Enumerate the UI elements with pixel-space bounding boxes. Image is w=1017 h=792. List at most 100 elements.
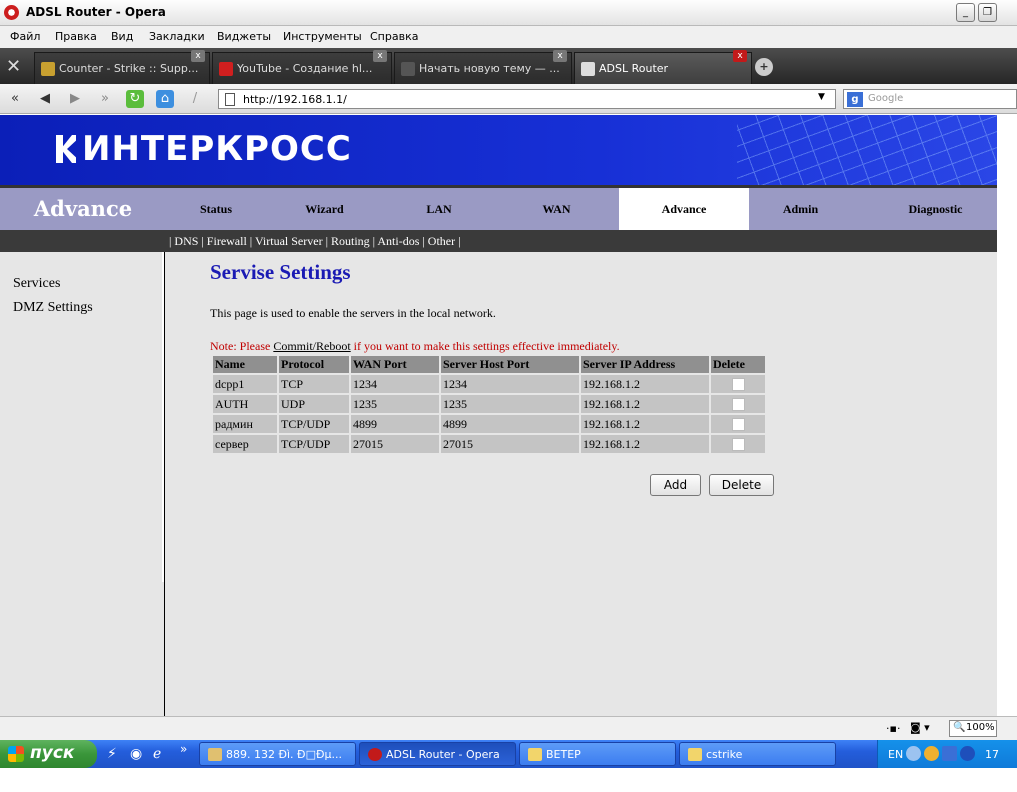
menu-bar: Файл Правка Вид Закладки Виджеты Инструм… bbox=[0, 26, 1017, 48]
delete-checkbox[interactable] bbox=[731, 418, 745, 432]
menu-bookmarks[interactable]: Закладки bbox=[149, 30, 205, 43]
windows-flag-icon bbox=[8, 746, 24, 762]
language-indicator[interactable]: EN bbox=[888, 748, 903, 761]
delete-checkbox[interactable] bbox=[731, 438, 745, 452]
nav-wizard[interactable]: Wizard bbox=[266, 188, 383, 230]
tray-network-icon[interactable] bbox=[942, 746, 957, 761]
services-table: Name Protocol WAN Port Server Host Port … bbox=[211, 354, 767, 455]
new-tab-plus-icon[interactable]: + bbox=[755, 58, 773, 76]
panel-toggle-icon[interactable]: ·▪· bbox=[886, 722, 900, 735]
tab-bar: ✕ Counter - Strike :: Supp... x YouTube … bbox=[0, 48, 1017, 84]
taskbar-item-folder-cstrike[interactable]: cstrike bbox=[679, 742, 836, 766]
note-text: Note: Please Commit/Reboot if you want t… bbox=[210, 339, 620, 353]
restore-button[interactable]: ❐ bbox=[978, 3, 997, 22]
tab-youtube[interactable]: YouTube - Создание hl... x bbox=[212, 50, 392, 84]
opera-icon bbox=[368, 748, 382, 761]
menu-file[interactable]: Файл bbox=[10, 30, 40, 43]
router-page: ИНТЕРКРОСС Advance Status Wizard LAN WAN… bbox=[0, 115, 997, 716]
tray-info-icon[interactable] bbox=[960, 746, 975, 761]
windows-taskbar: пуск ⚡ ◉ ℯ » 889. 132 Ðì. Ð□Ðµ... ADSL R… bbox=[0, 740, 1017, 768]
quicklaunch-opera-icon[interactable]: ◉ bbox=[130, 746, 142, 762]
col-wan-port: WAN Port bbox=[351, 356, 439, 373]
start-button[interactable]: пуск bbox=[0, 740, 97, 768]
google-icon: g bbox=[847, 92, 863, 107]
zoom-control[interactable]: 🔍 100% bbox=[949, 720, 997, 737]
menu-edit[interactable]: Правка bbox=[55, 30, 97, 43]
tab-close-icon[interactable]: x bbox=[373, 50, 387, 62]
app-icon bbox=[208, 748, 222, 761]
nav-diagnostic[interactable]: Diagnostic bbox=[874, 188, 997, 230]
tab-close-icon[interactable]: x bbox=[553, 50, 567, 62]
sidebar-item-dmz-settings[interactable]: DMZ Settings bbox=[13, 300, 93, 316]
tray-arrow-icon[interactable] bbox=[906, 746, 921, 761]
col-server-ip: Server IP Address bbox=[581, 356, 709, 373]
sidebar: Services DMZ Settings bbox=[0, 252, 165, 716]
tab-new-topic[interactable]: Начать новую тему — ... x bbox=[394, 50, 572, 84]
col-server-host-port: Server Host Port bbox=[441, 356, 579, 373]
quicklaunch-ie-icon[interactable]: ℯ bbox=[153, 746, 161, 762]
zoom-level: 100% bbox=[966, 722, 995, 733]
system-tray: EN 17 bbox=[877, 740, 1017, 768]
clock: 17 bbox=[985, 748, 999, 761]
table-row: AUTH UDP 1235 1235 192.168.1.2 bbox=[213, 395, 765, 413]
tab-adsl-router[interactable]: ADSL Router x bbox=[574, 50, 752, 84]
search-input[interactable]: g Google bbox=[843, 89, 1017, 109]
url-input[interactable]: http://192.168.1.1/ bbox=[218, 89, 836, 109]
forward-arrow-icon[interactable]: ▶ bbox=[66, 90, 84, 108]
minimize-button[interactable]: _ bbox=[956, 3, 975, 22]
fast-forward-icon[interactable]: » bbox=[96, 90, 114, 108]
main-nav: Advance Status Wizard LAN WAN Advance Ad… bbox=[0, 185, 997, 230]
table-row: сервер TCP/UDP 27015 27015 192.168.1.2 bbox=[213, 435, 765, 453]
window-title: ADSL Router - Opera bbox=[26, 5, 166, 19]
quicklaunch-icon[interactable]: ⚡ bbox=[107, 746, 117, 762]
delete-checkbox[interactable] bbox=[731, 378, 745, 392]
reload-icon[interactable]: ↻ bbox=[126, 90, 144, 108]
tab-label: ADSL Router bbox=[599, 62, 669, 75]
page-icon bbox=[225, 93, 235, 106]
rewind-icon[interactable]: « bbox=[6, 90, 24, 108]
menu-widgets[interactable]: Виджеты bbox=[217, 30, 271, 43]
delete-checkbox[interactable] bbox=[731, 398, 745, 412]
wand-icon[interactable]: / bbox=[186, 90, 204, 108]
taskbar-item-folder-veter[interactable]: ВЕТЕР bbox=[519, 742, 676, 766]
table-header-row: Name Protocol WAN Port Server Host Port … bbox=[213, 356, 765, 373]
search-placeholder: Google bbox=[868, 93, 904, 104]
nav-lan[interactable]: LAN bbox=[383, 188, 495, 230]
tools-icon[interactable]: ✕ bbox=[6, 56, 21, 77]
nav-status[interactable]: Status bbox=[166, 188, 266, 230]
logo-k-icon bbox=[56, 135, 76, 163]
tab-close-icon[interactable]: x bbox=[191, 50, 205, 62]
home-icon[interactable]: ⌂ bbox=[156, 90, 174, 108]
commit-reboot-link[interactable]: Commit/Reboot bbox=[273, 339, 350, 353]
sub-nav: | DNS | Firewall | Virtual Server | Rout… bbox=[0, 230, 997, 252]
taskbar-item-opera[interactable]: ADSL Router - Opera bbox=[359, 742, 516, 766]
sidebar-item-services[interactable]: Services bbox=[13, 276, 60, 292]
screen-bottom bbox=[0, 768, 1017, 792]
menu-tools[interactable]: Инструменты bbox=[283, 30, 362, 43]
nav-wan[interactable]: WAN bbox=[495, 188, 618, 230]
page-title: Servise Settings bbox=[210, 260, 351, 284]
quicklaunch-more-icon[interactable]: » bbox=[180, 742, 187, 756]
brand-logo: ИНТЕРКРОСС bbox=[56, 129, 352, 169]
taskbar-item-document[interactable]: 889. 132 Ðì. Ð□Ðµ... bbox=[199, 742, 356, 766]
camera-icon[interactable]: ◙ ▾ bbox=[910, 721, 930, 734]
tab-close-icon[interactable]: x bbox=[733, 50, 747, 62]
add-button[interactable]: Add bbox=[650, 474, 701, 496]
nav-admin[interactable]: Admin bbox=[749, 188, 852, 230]
menu-help[interactable]: Справка bbox=[370, 30, 418, 43]
status-bar: ·▪· ◙ ▾ 🔍 100% bbox=[0, 716, 1017, 740]
opera-logo-icon bbox=[4, 5, 19, 20]
page-description: This page is used to enable the servers … bbox=[210, 306, 496, 320]
page-favicon-icon bbox=[581, 62, 595, 76]
table-row: dcpp1 TCP 1234 1234 192.168.1.2 bbox=[213, 375, 765, 393]
tab-counter-strike[interactable]: Counter - Strike :: Supp... x bbox=[34, 50, 210, 84]
menu-view[interactable]: Вид bbox=[111, 30, 133, 43]
delete-button[interactable]: Delete bbox=[709, 474, 774, 496]
subnav-links[interactable]: | DNS | Firewall | Virtual Server | Rout… bbox=[169, 234, 461, 249]
url-dropdown-icon[interactable]: ▼ bbox=[818, 92, 825, 102]
col-name: Name bbox=[213, 356, 277, 373]
tray-messenger-icon[interactable] bbox=[924, 746, 939, 761]
window-titlebar: ADSL Router - Opera _ ❐ bbox=[0, 0, 1017, 26]
back-arrow-icon[interactable]: ◀ bbox=[36, 90, 54, 108]
nav-advance[interactable]: Advance bbox=[619, 188, 749, 230]
